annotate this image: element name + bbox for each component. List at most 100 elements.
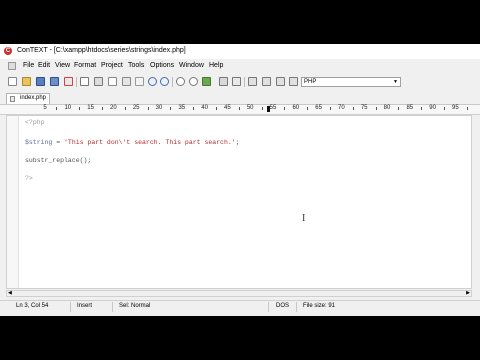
ruler-tick bbox=[147, 107, 149, 110]
save-all-icon[interactable] bbox=[50, 77, 59, 86]
user-command-2-icon[interactable] bbox=[262, 77, 271, 86]
file-size: File size: 91 bbox=[303, 303, 336, 309]
ruler-number: 50 bbox=[246, 105, 254, 111]
close-file-icon[interactable] bbox=[64, 77, 73, 86]
find-icon[interactable] bbox=[176, 77, 185, 86]
document-menu-icon[interactable] bbox=[8, 62, 16, 70]
ruler-tick bbox=[466, 107, 468, 110]
ruler-number: 5 bbox=[43, 105, 47, 111]
column-ruler: 5 10 15 20 25 30 35 40 45 50 55 60 65 70 75 80 85 90 95 bbox=[0, 105, 480, 115]
ruler-tick bbox=[261, 107, 263, 110]
insert-mode: Insert bbox=[77, 303, 93, 309]
code-operator: = bbox=[52, 139, 65, 146]
chevron-down-icon: ▼ bbox=[393, 79, 398, 85]
toolbar bbox=[0, 75, 480, 89]
ruler-tick bbox=[56, 107, 58, 110]
line-ending-format: DOS bbox=[276, 303, 290, 309]
selection-mode: Sel: Normal bbox=[119, 303, 151, 309]
ruler-tick bbox=[421, 107, 423, 110]
language-select[interactable]: PHP ▼ bbox=[301, 77, 401, 87]
ruler-tick bbox=[216, 107, 217, 110]
ruler-number: 55 bbox=[269, 105, 277, 111]
scroll-left-icon[interactable]: ◀ bbox=[8, 290, 12, 296]
open-folder-icon[interactable] bbox=[22, 77, 31, 86]
ruler-tick bbox=[79, 107, 81, 110]
ruler-tick bbox=[124, 107, 126, 110]
user-command-3-icon[interactable] bbox=[276, 77, 285, 86]
ruler-tick bbox=[238, 107, 240, 110]
menu-project[interactable]: Project bbox=[101, 62, 123, 69]
menu-window[interactable]: Window bbox=[179, 62, 204, 69]
ruler-tick bbox=[444, 107, 445, 110]
cursor-position: Ln 3, Col 54 bbox=[16, 303, 49, 309]
ruler-number: 45 bbox=[224, 105, 231, 111]
ruler-tick bbox=[398, 107, 400, 110]
file-tab-bar: index.php bbox=[0, 92, 480, 105]
delete-icon[interactable] bbox=[135, 77, 144, 86]
ruler-tick bbox=[284, 107, 286, 110]
new-file-icon[interactable] bbox=[8, 77, 17, 86]
settings-icon[interactable] bbox=[232, 77, 241, 86]
ruler-number: 15 bbox=[87, 105, 94, 111]
ruler-tick bbox=[193, 107, 195, 110]
paste-icon[interactable] bbox=[122, 77, 131, 86]
print-icon[interactable] bbox=[80, 77, 89, 86]
replace-icon[interactable] bbox=[202, 77, 211, 86]
context-editor-window: C ConTEXT - [C:\xampp\htdocs\series\stri… bbox=[0, 44, 480, 316]
ruler-number: 60 bbox=[292, 105, 300, 111]
scroll-right-icon[interactable]: ▶ bbox=[466, 290, 470, 296]
ruler-number: 90 bbox=[429, 105, 436, 111]
ruler-number: 35 bbox=[178, 105, 186, 111]
context-app-icon: C bbox=[4, 47, 12, 55]
user-command-4-icon[interactable] bbox=[289, 77, 298, 86]
redo-icon[interactable] bbox=[160, 77, 169, 86]
copy-icon[interactable] bbox=[108, 77, 117, 86]
code-line-7: ?> bbox=[25, 175, 33, 182]
language-select-value: PHP bbox=[304, 79, 317, 85]
ruler-number: 40 bbox=[201, 105, 208, 111]
editor-gutter bbox=[7, 116, 19, 288]
ruler-number: 95 bbox=[452, 105, 459, 111]
ruler-number: 30 bbox=[155, 105, 163, 111]
ruler-number: 10 bbox=[64, 105, 72, 111]
code-semicolon: ; bbox=[235, 139, 240, 146]
code-line-5: substr_replace(); bbox=[25, 157, 92, 164]
user-command-1-icon[interactable] bbox=[248, 77, 257, 86]
menu-file[interactable]: File bbox=[23, 62, 34, 69]
code-line-3: $string = 'This part don\'t search. This… bbox=[25, 139, 240, 147]
ruler-tick bbox=[170, 107, 172, 110]
menu-tools[interactable]: Tools bbox=[128, 62, 144, 69]
menu-format[interactable]: Format bbox=[74, 62, 96, 69]
ruler-number: 65 bbox=[315, 105, 322, 111]
menu-options[interactable]: Options bbox=[150, 62, 174, 69]
menu-bar: File Edit View Format Project Tools Opti… bbox=[0, 61, 480, 72]
ruler-tick bbox=[330, 107, 331, 110]
file-icon bbox=[10, 96, 15, 102]
ruler-number: 75 bbox=[360, 105, 368, 111]
horizontal-scrollbar[interactable]: ◀ ▶ bbox=[6, 290, 472, 297]
save-icon[interactable] bbox=[36, 77, 45, 86]
code-line-1: <?php bbox=[25, 119, 45, 126]
ruler-tick bbox=[102, 107, 103, 110]
ruler-cursor-marker bbox=[267, 106, 270, 112]
title-bar[interactable]: C ConTEXT - [C:\xampp\htdocs\series\stri… bbox=[0, 44, 480, 59]
ruler-tick bbox=[352, 107, 354, 110]
ruler-number: 85 bbox=[406, 105, 414, 111]
status-bar: Ln 3, Col 54 Insert Sel: Normal DOS File… bbox=[0, 300, 480, 313]
tab-index-php[interactable]: index.php bbox=[6, 93, 50, 104]
ruler-tick bbox=[307, 107, 309, 110]
code-variable: $string bbox=[25, 139, 53, 146]
menu-edit[interactable]: Edit bbox=[38, 62, 50, 69]
menu-view[interactable]: View bbox=[55, 62, 70, 69]
cut-icon[interactable] bbox=[94, 77, 103, 86]
tab-label: index.php bbox=[20, 95, 47, 101]
find-next-icon[interactable] bbox=[189, 77, 198, 86]
ruler-number: 70 bbox=[338, 105, 345, 111]
ruler-number: 20 bbox=[110, 105, 117, 111]
ruler-number: 25 bbox=[132, 105, 140, 111]
code-editor[interactable]: <?php $string = 'This part don\'t search… bbox=[6, 115, 472, 289]
text-cursor-icon: I bbox=[302, 213, 306, 224]
menu-help[interactable]: Help bbox=[209, 62, 223, 69]
undo-icon[interactable] bbox=[148, 77, 157, 86]
toggle-icon[interactable] bbox=[219, 77, 228, 86]
